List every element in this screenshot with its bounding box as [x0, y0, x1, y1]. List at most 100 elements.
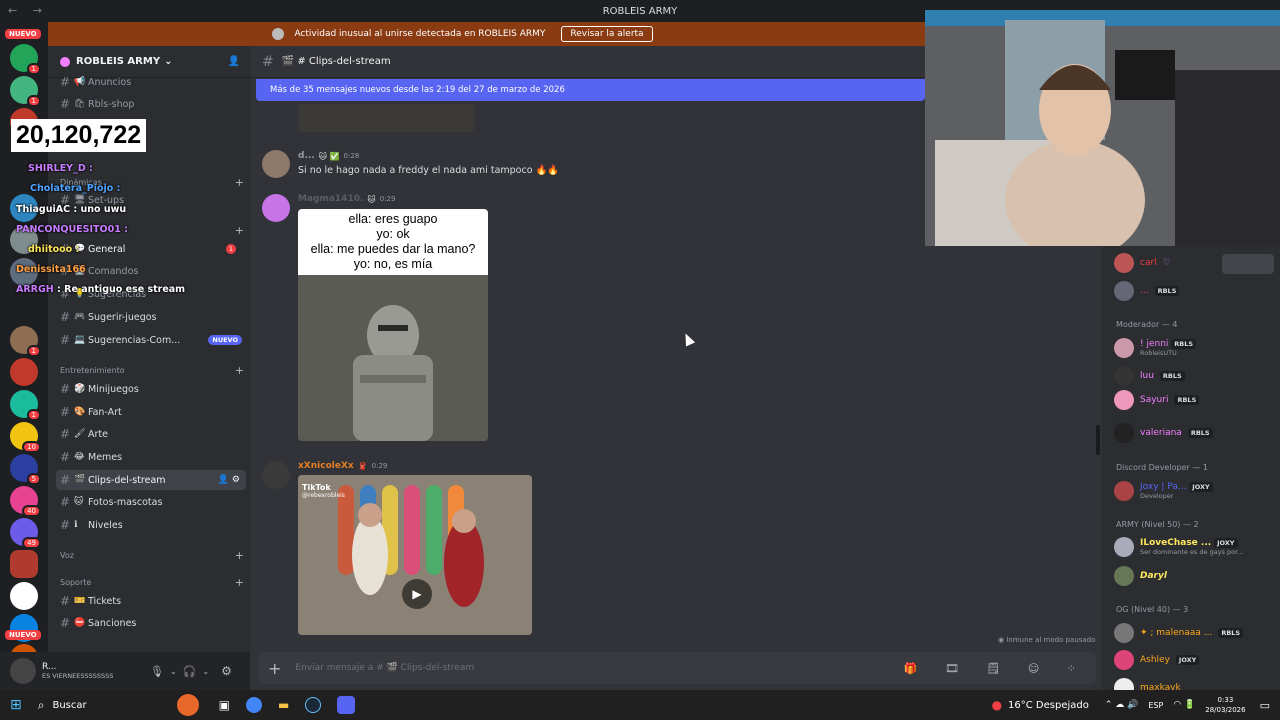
- member-group-moderador: Moderador — 4: [1116, 320, 1178, 329]
- new-messages-bar[interactable]: Más de 35 mensajes nuevos desde las 2:19…: [256, 79, 925, 101]
- plus-icon[interactable]: +: [235, 549, 244, 562]
- server-icon[interactable]: 10: [10, 422, 41, 453]
- channel-fotos-mascotas[interactable]: # 🐱 Fotos-mascotas: [56, 492, 246, 512]
- channel-general[interactable]: # 💬 General 1: [56, 239, 246, 259]
- channel-sugerir-juegos[interactable]: # 🎮 Sugerir-juegos: [56, 307, 246, 327]
- plus-icon[interactable]: +: [235, 224, 244, 237]
- avatar[interactable]: [10, 658, 36, 684]
- search-icon[interactable]: ⌕: [38, 698, 45, 713]
- avatar: [1114, 253, 1134, 273]
- category-voz[interactable]: Voz +: [60, 547, 244, 563]
- headphones-icon[interactable]: 🎧: [183, 665, 197, 678]
- channel-rbls-shop[interactable]: # 🛍 Rbls-shop: [56, 94, 246, 114]
- server-icon[interactable]: 1: [10, 390, 41, 421]
- weather-alert-icon[interactable]: ●: [992, 698, 1002, 712]
- server-icon[interactable]: 1: [10, 326, 41, 357]
- server-icon[interactable]: [10, 550, 38, 578]
- chevron-down-icon[interactable]: ⌄: [170, 667, 177, 676]
- chevron-down-icon[interactable]: ⌄: [202, 667, 209, 676]
- hash-icon: #: [59, 310, 71, 324]
- badge-icon: 🐱: [367, 194, 376, 204]
- message-author[interactable]: xXnicoleXx: [298, 461, 354, 471]
- channel-sanciones[interactable]: # ⛔ Sanciones: [56, 613, 246, 633]
- plus-icon[interactable]: +: [235, 176, 244, 189]
- member-item[interactable]: Sayuri RBLS: [1114, 390, 1200, 410]
- channel-niveles[interactable]: # ℹ Niveles: [56, 515, 246, 535]
- avatar: [1114, 481, 1134, 501]
- avatar[interactable]: [262, 461, 290, 489]
- channel-anuncios[interactable]: # 📢 Anuncios: [56, 72, 246, 92]
- plus-icon[interactable]: +: [235, 364, 244, 377]
- clock[interactable]: 0:33 28/03/2026: [1205, 695, 1245, 715]
- avatar[interactable]: [262, 150, 290, 178]
- video-attachment[interactable]: TikTok @rebexrobleis ▶: [298, 475, 532, 635]
- server-icon[interactable]: 1: [10, 44, 41, 75]
- microphone-icon[interactable]: 🎙: [150, 665, 164, 678]
- unusual-activity-alert: Actividad inusual al unirse detectada en…: [0, 22, 925, 46]
- add-member-icon[interactable]: 👤: [228, 56, 240, 67]
- server-icon[interactable]: 49: [10, 518, 41, 549]
- channel-memes[interactable]: # 😂 Memes: [56, 447, 246, 467]
- server-icon[interactable]: [10, 582, 38, 610]
- channel-arte[interactable]: # 🖌 Arte: [56, 424, 246, 444]
- play-icon[interactable]: ▶: [402, 579, 432, 609]
- widget-icon[interactable]: [176, 694, 199, 716]
- avatar: [1114, 281, 1134, 301]
- message-author[interactable]: d...: [298, 151, 315, 161]
- steam-icon[interactable]: [305, 697, 322, 713]
- member-item[interactable]: luu RBLS: [1114, 366, 1185, 386]
- review-alert-button[interactable]: Revisar la alerta: [561, 26, 653, 42]
- message-author[interactable]: Magma1410.: [298, 194, 363, 204]
- alert-text: Actividad inusual al unirse detectada en…: [294, 29, 546, 39]
- composer-tools-icons[interactable]: 🎁 🎞 🗒 ☺ ⁘: [904, 662, 1088, 675]
- channel-minijuegos[interactable]: # 🎲 Minijuegos: [56, 379, 246, 399]
- server-icon[interactable]: 5: [10, 454, 41, 485]
- previous-attachment[interactable]: [298, 104, 474, 132]
- member-item[interactable]: Joxy | Pa... JOXY Developer: [1114, 481, 1213, 501]
- message-composer[interactable]: + Enviar mensaje a # 🎬 Clips-del-stream …: [258, 652, 1096, 684]
- nav-arrows[interactable]: ← →: [8, 4, 48, 17]
- taskbar-search[interactable]: Buscar: [52, 700, 86, 711]
- member-item[interactable]: ... RBLS: [1114, 281, 1180, 301]
- tray-icons[interactable]: ⌃ ☁ 🔊: [1105, 700, 1138, 710]
- channel-sugerencias-com[interactable]: # 💻 Sugerencias-Com... NUEVO: [56, 330, 246, 350]
- weather[interactable]: 16°C Despejado: [1008, 700, 1089, 711]
- meme-caption: ella: eres guapo yo: ok ella: me puedes …: [298, 209, 488, 275]
- plus-icon[interactable]: +: [268, 659, 281, 678]
- category-soporte[interactable]: Soporte +: [60, 574, 244, 590]
- wifi-icon[interactable]: ◠ 🔋: [1173, 700, 1195, 710]
- member-item[interactable]: ILoveChase ... JOXY Ser dominante es de g…: [1114, 537, 1243, 557]
- composer-placeholder[interactable]: Enviar mensaje a # 🎬 Clips-del-stream: [295, 663, 474, 673]
- avatar[interactable]: [262, 194, 290, 222]
- member-item[interactable]: maxkayk: [1114, 678, 1181, 690]
- channel-settings-icons[interactable]: 👤 ⚙: [218, 475, 240, 485]
- message-text: Si no le hago nada a freddy el nada ami …: [298, 165, 560, 176]
- channel-fan-art[interactable]: # 🎨 Fan-Art: [56, 402, 246, 422]
- member-item[interactable]: ✦ ; malenaaa ... RBLS: [1114, 623, 1244, 643]
- gear-icon[interactable]: ⚙: [221, 664, 232, 678]
- tiktok-watermark: TikTok @rebexrobleis: [302, 483, 345, 499]
- windows-start-icon[interactable]: ⊞: [10, 697, 22, 713]
- server-icon[interactable]: 1: [10, 76, 41, 107]
- server-icon[interactable]: 40: [10, 486, 41, 517]
- server-icon[interactable]: [10, 358, 38, 386]
- member-item[interactable]: ! jenni RBLS RobleisUTU: [1114, 338, 1197, 358]
- member-item[interactable]: Daryl: [1114, 566, 1167, 586]
- avatar: [1114, 623, 1134, 643]
- chrome-icon[interactable]: [245, 697, 262, 713]
- notification-icon[interactable]: ▭: [1260, 699, 1270, 712]
- meme-image[interactable]: ella: eres guapo yo: ok ella: me puedes …: [298, 209, 488, 441]
- user-info[interactable]: R... ES VIERNEESSSSSSSS: [42, 662, 134, 680]
- category-entretenimiento[interactable]: Entretenimiento +: [60, 362, 244, 378]
- chat-scrollbar[interactable]: [1096, 425, 1100, 455]
- channel-clips-del-stream[interactable]: # 🎬 Clips-del-stream 👤 ⚙: [56, 470, 246, 490]
- plus-icon[interactable]: +: [235, 576, 244, 589]
- member-item[interactable]: valeriana RBLS: [1114, 423, 1213, 443]
- task-view-icon[interactable]: ▣: [219, 698, 230, 712]
- discord-icon[interactable]: [337, 696, 356, 714]
- file-explorer-icon[interactable]: ▬: [278, 698, 289, 712]
- member-item[interactable]: Ashley JOXY: [1114, 650, 1200, 670]
- member-item[interactable]: carl ♡: [1114, 253, 1171, 273]
- language[interactable]: ESP: [1148, 701, 1163, 710]
- channel-tickets[interactable]: # 🎫 Tickets: [56, 591, 246, 611]
